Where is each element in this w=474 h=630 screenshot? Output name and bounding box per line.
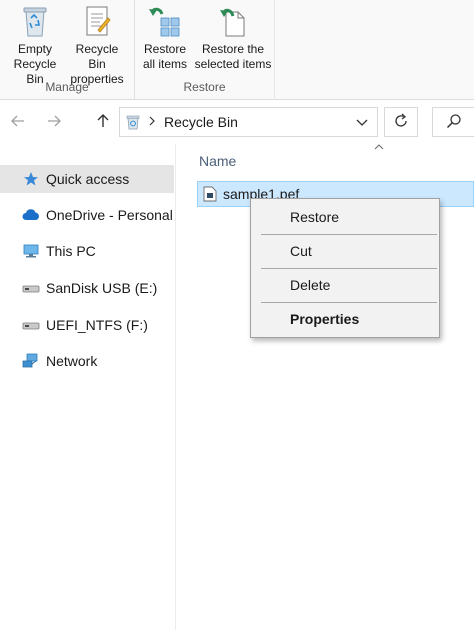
recycle-bin-properties-button[interactable]: Recycle Bin properties [66,2,128,87]
ribbon: Empty Recycle Bin Recycle Bin properties… [0,0,474,100]
cloud-icon [22,207,40,223]
context-menu-separator [261,268,437,269]
nav-item-onedrive[interactable]: OneDrive - Personal [0,201,176,229]
ribbon-divider [274,0,275,100]
nav-item-this-pc[interactable]: This PC [0,237,176,265]
column-header-name[interactable]: Name [199,153,236,169]
properties-icon [80,2,114,40]
nav-item-quick-access[interactable]: Quick access [0,165,174,193]
nav-item-network[interactable]: Network [0,347,176,375]
star-icon [22,171,40,187]
restore-all-label-1: Restore [143,42,187,56]
context-menu-restore[interactable]: Restore [252,202,438,232]
up-arrow-icon [97,113,109,133]
manage-group-label: Manage [45,80,89,94]
restore-group-label: Restore [183,80,226,94]
recycle-bin-icon [18,2,52,40]
restore-selected-label-2: selected items [194,57,272,71]
file-icon [203,186,217,202]
up-button[interactable] [92,112,114,134]
network-icon [22,353,40,369]
forward-arrow-icon [47,114,61,132]
refresh-icon [393,113,409,132]
search-icon [446,113,462,132]
restore-all-label-2: all items [142,57,187,71]
nav-item-label: Quick access [46,171,130,187]
nav-item-label: This PC [46,243,96,259]
ribbon-group-restore: Restore all items Restore the selected i… [134,0,274,100]
forward-button[interactable] [43,112,65,134]
context-menu: Restore Cut Delete Properties [250,198,440,338]
restore-all-items-button[interactable]: Restore all items [139,2,191,72]
back-button[interactable] [7,112,29,134]
nav-item-label: Network [46,353,98,369]
context-menu-separator [261,234,437,235]
empty-recycle-bin-button[interactable]: Empty Recycle Bin [4,2,66,87]
nav-item-label: SanDisk USB (E:) [46,280,158,296]
back-arrow-icon [11,114,25,132]
restore-selected-icon [216,2,250,40]
drive-icon [22,317,40,333]
refresh-button[interactable] [384,107,418,137]
context-menu-separator [261,302,437,303]
search-box[interactable] [432,107,474,137]
empty-recycle-bin-label-1: Empty [17,42,52,56]
breadcrumb-separator-icon [149,115,155,129]
breadcrumb-recycle-bin[interactable]: Recycle Bin [164,114,238,130]
context-menu-delete[interactable]: Delete [252,270,438,300]
computer-icon [22,243,40,259]
usb-drive-icon [22,280,40,296]
nav-item-label: OneDrive - Personal [46,207,173,223]
recycle-bin-properties-label-1: Recycle Bin [75,42,119,71]
chevron-down-icon[interactable] [355,115,369,129]
address-bar-row: Recycle Bin [0,100,474,144]
restore-all-icon [148,2,182,40]
ribbon-group-manage: Empty Recycle Bin Recycle Bin properties… [0,0,134,100]
sort-ascending-icon [374,140,384,150]
restore-selected-items-button[interactable]: Restore the selected items [193,2,273,72]
context-menu-properties[interactable]: Properties [252,304,438,334]
restore-selected-label-1: Restore the [201,42,265,56]
nav-item-label: UEFI_NTFS (F:) [46,317,148,333]
address-bar[interactable]: Recycle Bin [119,107,378,137]
nav-item-sandisk-usb[interactable]: SanDisk USB (E:) [0,274,176,302]
recycle-bin-small-icon [125,114,141,130]
navigation-pane: Quick access OneDrive - Personal This PC… [0,144,176,630]
context-menu-cut[interactable]: Cut [252,236,438,266]
nav-item-uefi-ntfs[interactable]: UEFI_NTFS (F:) [0,311,176,339]
